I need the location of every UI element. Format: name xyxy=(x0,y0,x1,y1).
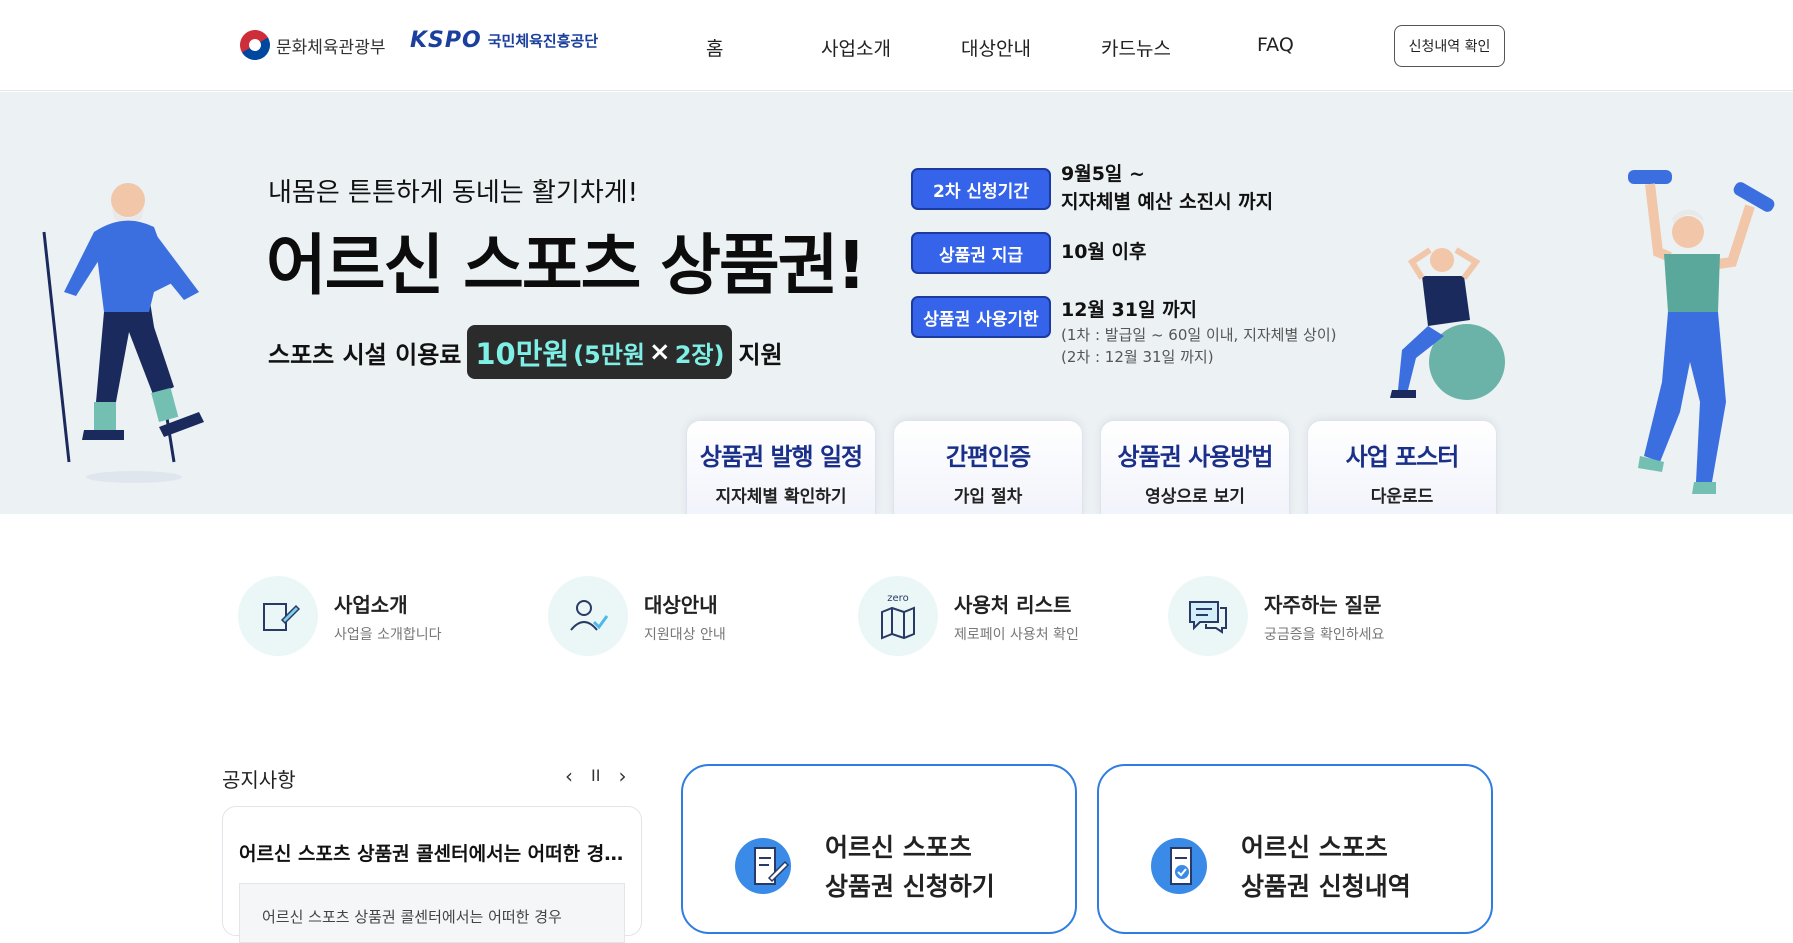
support-suffix: 지원 xyxy=(738,340,783,369)
apply-card[interactable]: 어르신 스포츠 상품권 신청하기 xyxy=(681,764,1077,934)
hero-support-line: 스포츠 시설 이용료 10만원 (5만원 × 2장) 지원 xyxy=(268,325,783,379)
menu-desc: 지원대상 안내 xyxy=(644,626,726,643)
schedule-row-apply: 2차 신청기간 9월5일 ~ 지자체별 예산 소진시 까지 xyxy=(911,163,1274,216)
schedule-row-issue: 상품권 지급 10월 이후 xyxy=(911,232,1147,274)
nav-target[interactable]: 대상안내 xyxy=(961,34,1031,61)
menu-title: 자주하는 질문 xyxy=(1264,592,1382,617)
schedule-row-expiry: 상품권 사용기한 12월 31일 까지 (1차 : 발급일 ~ 60일 이내, … xyxy=(911,296,1337,368)
quick-card-usage-video[interactable]: 상품권 사용방법 영상으로 보기 xyxy=(1100,420,1290,514)
quick-card-title: 사업 포스터 xyxy=(1345,443,1460,471)
mcst-name: 문화체육관광부 xyxy=(276,37,386,58)
amount-main: 10만원 xyxy=(475,337,570,371)
menu-desc: 궁금증을 확인하세요 xyxy=(1264,626,1385,643)
menu-title: 사용처 리스트 xyxy=(954,592,1072,617)
ball-exercise-illustration xyxy=(1390,247,1505,400)
nav-cardnews[interactable]: 카드뉴스 xyxy=(1101,34,1171,61)
user-check-icon xyxy=(570,600,609,631)
quick-card-sub: 다운로드 xyxy=(1370,487,1434,507)
schedule-badge: 상품권 지급 xyxy=(911,232,1051,274)
notice-item-title[interactable]: 어르신 스포츠 상품권 콜센터에서는 어떠한 경우에 xyxy=(239,839,629,866)
card-line: 어르신 스포츠 xyxy=(1241,833,1388,862)
notice-next-button[interactable]: › xyxy=(618,764,626,788)
site-header: 문화체육관광부 KSPO 국민체육진흥공단 홈 사업소개 대상안내 카드뉴스 F… xyxy=(0,0,1793,91)
quick-card-title: 상품권 사용방법 xyxy=(1117,443,1274,471)
chat-bubble-icon xyxy=(1189,601,1227,634)
quick-card-sub: 지자체별 확인하기 xyxy=(715,487,847,507)
notice-item-body: 어르신 스포츠 상품권 콜센터에서는 어떠한 경우 xyxy=(239,883,625,943)
notice-controls: ‹ II › xyxy=(565,764,626,788)
check-application-button[interactable]: 신청내역 확인 xyxy=(1394,25,1505,67)
menu-title: 사업소개 xyxy=(334,592,408,617)
menu-target[interactable]: 대상안내 지원대상 안내 xyxy=(548,576,726,656)
hiker-illustration xyxy=(42,183,204,483)
hero-title: 어르신 스포츠 상품권! xyxy=(266,227,867,304)
card-line: 상품권 신청하기 xyxy=(825,872,995,901)
kspo-name: 국민체육진흥공단 xyxy=(487,32,599,50)
nav-about[interactable]: 사업소개 xyxy=(821,34,891,61)
quick-card-issue-schedule[interactable]: 상품권 발행 일정 지자체별 확인하기 xyxy=(686,420,876,514)
nav-faq[interactable]: FAQ xyxy=(1257,34,1294,56)
quick-card-sub: 가입 절차 xyxy=(953,487,1023,507)
kspo-mark: KSPO xyxy=(410,28,482,53)
quick-card-poster[interactable]: 사업 포스터 다운로드 xyxy=(1307,420,1497,514)
quick-card-simple-auth[interactable]: 간편인증 가입 절차 xyxy=(893,420,1083,514)
amount-detail: (5만원 xyxy=(573,340,645,369)
document-check-icon xyxy=(1170,847,1192,885)
schedule-value: 9월5일 ~ xyxy=(1061,163,1145,185)
amount-count: 2장) xyxy=(674,340,725,369)
hero-subtitle: 내몸은 튼튼하게 동네는 활기차게! xyxy=(268,178,639,208)
notice-prev-button[interactable]: ‹ xyxy=(565,764,573,788)
document-edit-icon xyxy=(754,847,790,885)
dumbbell-illustration xyxy=(1628,170,1775,494)
mcst-logo[interactable]: 문화체육관광부 xyxy=(234,24,386,66)
card-line: 어르신 스포츠 xyxy=(825,833,972,862)
application-history-card[interactable]: 어르신 스포츠 상품권 신청내역 xyxy=(1097,764,1493,934)
menu-usage-list[interactable]: zero 사용처 리스트 제로페이 사용처 확인 xyxy=(858,576,1079,656)
schedule-badge: 상품권 사용기한 xyxy=(911,296,1051,338)
card-line: 상품권 신청내역 xyxy=(1241,872,1411,901)
hero-banner: 내몸은 튼튼하게 동네는 활기차게! 어르신 스포츠 상품권! 스포츠 시설 이… xyxy=(0,92,1793,514)
quick-card-sub: 영상으로 보기 xyxy=(1145,487,1245,507)
menu-desc: 사업을 소개합니다 xyxy=(334,626,442,643)
nav-home[interactable]: 홈 xyxy=(706,34,723,61)
schedule-note: (1차 : 발급일 ~ 60일 이내, 지자체별 상이) xyxy=(1061,326,1337,344)
schedule-note: (2차 : 12월 31일 까지) xyxy=(1061,348,1214,366)
menu-title: 대상안내 xyxy=(644,592,718,617)
taegeuk-icon xyxy=(234,24,276,66)
menu-faq[interactable]: 자주하는 질문 궁금증을 확인하세요 xyxy=(1168,576,1384,656)
quick-card-title: 간편인증 xyxy=(945,443,1031,471)
notice-pause-button[interactable]: II xyxy=(591,766,600,788)
amount-times: × xyxy=(648,337,671,367)
kspo-logo[interactable]: KSPO 국민체육진흥공단 xyxy=(410,28,598,53)
document-pen-icon xyxy=(263,603,300,631)
schedule-badge: 2차 신청기간 xyxy=(911,168,1051,210)
notice-heading: 공지사항 xyxy=(222,768,296,792)
schedule-value: 12월 31일 까지 xyxy=(1061,299,1198,321)
menu-desc: 제로페이 사용처 확인 xyxy=(954,626,1079,643)
quick-card-title: 상품권 발행 일정 xyxy=(699,443,863,471)
menu-about[interactable]: 사업소개 사업을 소개합니다 xyxy=(238,576,442,656)
notice-box: 어르신 스포츠 상품권 콜센터에서는 어떠한 경우에 어르신 스포츠 상품권 콜… xyxy=(222,806,642,943)
map-icon xyxy=(881,606,915,639)
zero-label: zero xyxy=(887,592,909,604)
amount-pill: 10만원 (5만원 × 2장) xyxy=(467,325,733,379)
support-prefix: 스포츠 시설 이용료 xyxy=(268,340,462,369)
schedule-value: 10월 이후 xyxy=(1061,241,1147,263)
schedule-value: 지자체별 예산 소진시 까지 xyxy=(1061,191,1274,213)
